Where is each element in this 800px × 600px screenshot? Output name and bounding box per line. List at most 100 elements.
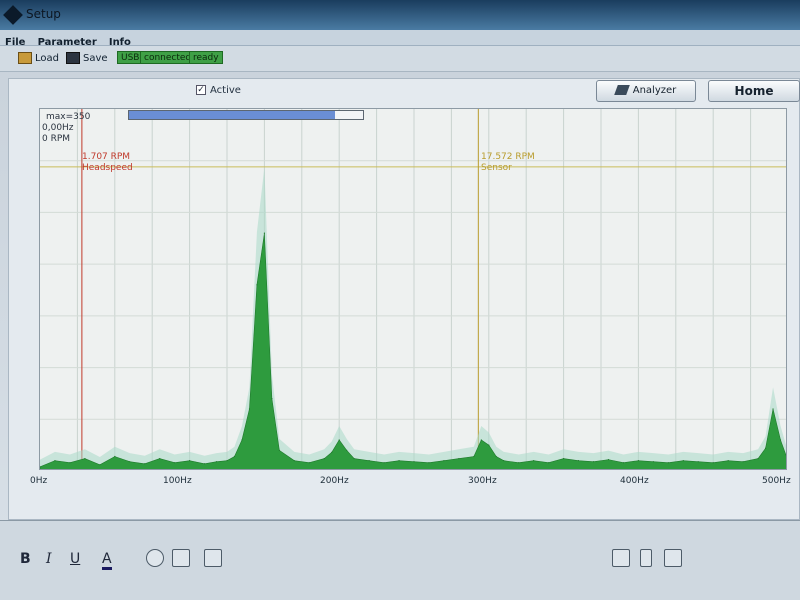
spectrum-svg	[40, 109, 786, 469]
spectrum-point	[622, 462, 625, 464]
x-tick-label: 300Hz	[468, 476, 497, 486]
spectrum-point	[241, 439, 243, 441]
x-tick-label: 500Hz	[762, 476, 791, 486]
spectrum-point	[323, 457, 325, 460]
active-toggle[interactable]: ✓ Active	[196, 85, 241, 96]
spectrum-plot	[39, 108, 787, 470]
spectrum-point	[637, 460, 640, 462]
spectrum-point	[563, 457, 565, 460]
headspeed-marker-label: 1.707 RPM Headspeed	[82, 152, 133, 174]
save-button[interactable]: Save	[66, 51, 108, 67]
x-tick-label: 200Hz	[320, 476, 349, 486]
spectrum-point	[338, 439, 340, 441]
spectrum-point	[263, 232, 265, 234]
spectrum-point	[293, 460, 295, 462]
spectrum-point	[114, 455, 116, 458]
analyzer-label: Analyzer	[632, 85, 677, 96]
analyzer-icon	[613, 85, 630, 95]
spectrum-point	[54, 460, 56, 462]
title-bar: Setup	[0, 0, 800, 30]
spectrum-point	[353, 457, 355, 460]
spectrum-point	[488, 444, 490, 446]
insert-image-icon[interactable]	[172, 549, 190, 567]
x-tick-label: 100Hz	[163, 476, 192, 486]
spectrum-point	[533, 460, 535, 462]
spectrum-point	[226, 460, 228, 462]
sensor-rpm-value: 17.572 RPM	[481, 152, 535, 162]
spectrum-point	[346, 449, 348, 451]
save-label: Save	[83, 53, 108, 64]
spectrum-point	[712, 462, 714, 464]
spectrum-point	[331, 451, 333, 453]
spectrum-point	[458, 457, 460, 460]
headspeed-rpm-value: 1.707 RPM	[82, 152, 131, 162]
spectrum-point	[480, 439, 482, 441]
headspeed-name: Headspeed	[82, 163, 133, 173]
spellcheck-icon[interactable]	[612, 549, 630, 567]
analyzer-button[interactable]: Analyzer	[596, 80, 696, 102]
spectrum-point	[368, 460, 370, 462]
screen: Setup File Parameter Info Load Save USB …	[0, 0, 800, 600]
spectrum-point	[248, 408, 251, 410]
paste-clipboard-icon[interactable]	[204, 549, 222, 567]
x-tick-label: 400Hz	[620, 476, 649, 486]
active-label: Active	[210, 85, 241, 96]
load-label: Load	[35, 53, 59, 64]
home-button[interactable]: Home	[708, 80, 800, 102]
spectrum-point	[159, 457, 161, 460]
active-checkbox[interactable]: ✓	[196, 85, 206, 95]
spectrum-point	[757, 457, 759, 460]
x-tick-label: 0Hz	[30, 476, 48, 486]
ready-status-badge: ready	[189, 51, 223, 64]
spectrum-point	[398, 460, 400, 462]
spectrum-point	[278, 449, 280, 451]
signal-level-bar	[128, 110, 364, 120]
frequency-readout: 0,00Hz	[42, 123, 74, 133]
spectrum-point	[577, 460, 580, 462]
bold-button[interactable]: B	[20, 551, 31, 567]
italic-button[interactable]: I	[46, 551, 52, 567]
spectrum-point	[764, 447, 767, 449]
spectrum-point	[84, 457, 86, 460]
spectrum-point	[772, 408, 774, 410]
resize-arrows-icon[interactable]	[640, 549, 652, 567]
sensor-name: Sensor	[481, 163, 512, 173]
spectrum-point	[174, 462, 176, 464]
spectrum-point	[652, 461, 654, 463]
spectrum-point	[592, 461, 595, 463]
font-color-button[interactable]: A	[102, 551, 112, 570]
spectrum-point	[443, 460, 445, 462]
editor-toolbar: B I U A	[0, 520, 800, 600]
spectrum-point	[518, 462, 520, 464]
spectrum-point	[189, 460, 191, 462]
spectrum-point	[215, 461, 218, 463]
rpm-readout: 0 RPM	[42, 134, 71, 144]
spectrum-point	[233, 455, 236, 458]
folder-open-icon	[18, 52, 32, 64]
spectrum-point	[548, 462, 550, 464]
sensor-marker-label: 17.572 RPM Sensor	[481, 152, 535, 174]
spectrum-point	[503, 460, 505, 462]
load-button[interactable]: Load	[18, 51, 59, 67]
underline-button[interactable]: U	[70, 551, 80, 567]
spectrum-point	[99, 464, 101, 466]
spectrum-point	[144, 463, 146, 465]
spectrum-point	[271, 398, 273, 400]
spectrum-point	[203, 463, 206, 465]
spectrum-point	[495, 455, 497, 458]
spectrum-point	[727, 460, 729, 462]
link-globe-icon[interactable]	[146, 549, 164, 567]
spectrum-point	[428, 462, 430, 464]
spectrum-point	[682, 460, 684, 462]
spectrum-point	[413, 461, 415, 463]
spectrum-point	[308, 462, 310, 464]
spectrum-point	[697, 461, 699, 463]
spectrum-point	[256, 284, 258, 286]
window-title: Setup	[26, 7, 61, 21]
spectrum-point	[779, 439, 782, 441]
spectrum-point	[667, 462, 669, 464]
signal-level-fill	[129, 111, 335, 119]
text-format-icon[interactable]	[664, 549, 682, 567]
spectrum-point	[607, 459, 610, 461]
menu-bar: File Parameter Info	[0, 30, 800, 48]
